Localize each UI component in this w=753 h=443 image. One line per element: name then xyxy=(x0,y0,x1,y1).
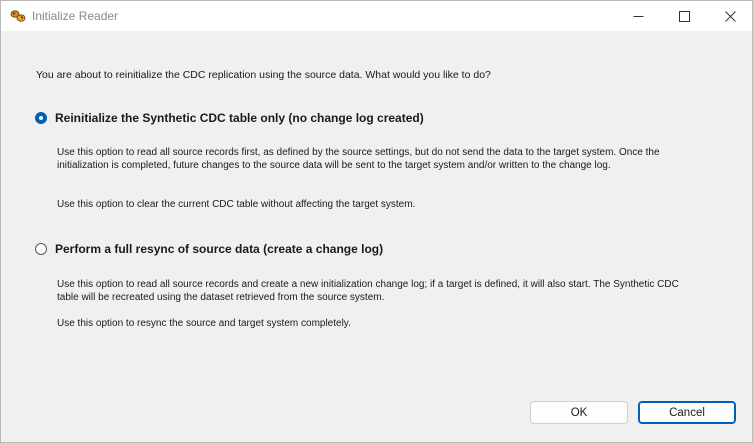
minimize-button[interactable] xyxy=(615,1,661,31)
close-button[interactable] xyxy=(707,1,753,31)
app-icon xyxy=(10,8,26,24)
ok-button[interactable]: OK xyxy=(530,401,628,424)
maximize-button[interactable] xyxy=(661,1,707,31)
dialog-window: Initialize Reader You are about to reini… xyxy=(0,0,753,443)
window-title: Initialize Reader xyxy=(32,9,119,23)
option-full-resync-description: Use this option to read all source recor… xyxy=(57,279,679,303)
radio-reinitialize-cdc-table[interactable] xyxy=(35,112,47,124)
cancel-button[interactable]: Cancel xyxy=(638,401,736,424)
title-bar[interactable]: Initialize Reader xyxy=(1,1,752,31)
option-reinitialize-note: Use this option to clear the current CDC… xyxy=(57,199,416,210)
dialog-prompt: You are about to reinitialize the CDC re… xyxy=(36,69,491,81)
option-reinitialize-cdc-table[interactable]: Reinitialize the Synthetic CDC table onl… xyxy=(35,111,424,125)
option-reinitialize-label[interactable]: Reinitialize the Synthetic CDC table onl… xyxy=(55,111,424,125)
minimize-icon xyxy=(633,15,643,17)
option-reinitialize-description: Use this option to read all source recor… xyxy=(57,147,660,171)
radio-full-resync[interactable] xyxy=(35,243,47,255)
option-full-resync-note: Use this option to resync the source and… xyxy=(57,318,351,329)
maximize-icon xyxy=(678,10,690,22)
option-full-resync[interactable]: Perform a full resync of source data (cr… xyxy=(35,242,383,256)
close-icon xyxy=(724,10,736,22)
dialog-content: You are about to reinitialize the CDC re… xyxy=(1,31,752,442)
option-full-resync-label[interactable]: Perform a full resync of source data (cr… xyxy=(55,242,383,256)
